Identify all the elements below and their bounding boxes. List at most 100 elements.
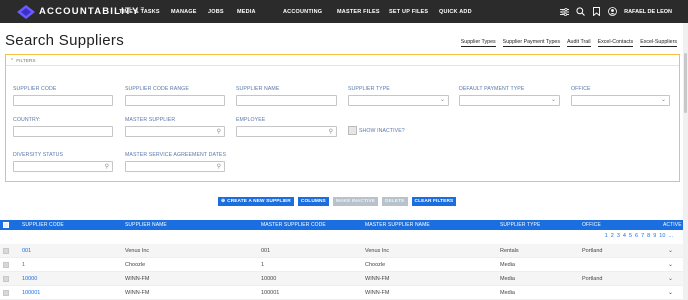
supplier-code-cell[interactable]: 100001	[22, 290, 40, 296]
master-supplier-label: MASTER SUPPLIER	[125, 117, 176, 123]
select-all-checkbox[interactable]	[3, 222, 9, 228]
clear-filters-button[interactable]: CLEAR FILTERS	[411, 197, 457, 206]
link-supplier-payment-types[interactable]: Supplier Payment Types	[502, 39, 560, 47]
col-master-supplier-code[interactable]: MASTER SUPPLIER CODE	[261, 222, 326, 228]
show-inactive-checkbox[interactable]	[348, 126, 357, 135]
filters-toggle[interactable]: ⌃ FILTERS	[10, 58, 36, 64]
delete-button[interactable]: DELETE	[382, 197, 408, 206]
page-link[interactable]: 3	[617, 233, 620, 239]
col-active[interactable]: ACTIVE	[663, 222, 682, 228]
page-link[interactable]: 7	[641, 233, 644, 239]
link-audit-trail[interactable]: Audit Trail	[567, 39, 591, 47]
row-checkbox[interactable]	[3, 290, 9, 296]
col-supplier-name[interactable]: SUPPLIER NAME	[125, 222, 167, 228]
table-header: SUPPLIER CODE SUPPLIER NAME MASTER SUPPL…	[0, 220, 688, 230]
supplier-name-cell: WINN-FM	[125, 276, 150, 282]
search-icon: ⚲	[328, 129, 333, 135]
supplier-name-input[interactable]	[236, 95, 337, 106]
table-row[interactable]: 1 Choozle 1 Choozle Media ⌄	[0, 258, 688, 272]
nav-item-master-files[interactable]: MASTER FILES	[337, 9, 389, 15]
row-checkbox[interactable]	[3, 248, 9, 254]
supplier-name-cell: WINN-FM	[125, 290, 150, 296]
table-row[interactable]: 100001 WINN-FM 100001 WINN-FM Media ⌄	[0, 286, 688, 300]
link-supplier-types[interactable]: Supplier Types	[460, 39, 496, 47]
master-supplier-name-cell: WINN-FM	[365, 290, 390, 296]
office-cell: Portland	[582, 248, 603, 254]
page-link[interactable]: 8	[647, 233, 650, 239]
master-supplier-name-cell: WINN-FM	[365, 276, 390, 282]
page-ellipsis[interactable]: ...	[668, 233, 673, 239]
col-master-supplier-name[interactable]: MASTER SUPPLIER NAME	[365, 222, 430, 228]
col-supplier-type[interactable]: SUPPLIER TYPE	[500, 222, 540, 228]
create-supplier-button[interactable]: ⊕ CREATE A NEW SUPPLIER	[218, 197, 294, 206]
supplier-code-cell[interactable]: 001	[22, 248, 31, 254]
supplier-type-label: SUPPLIER TYPE	[348, 86, 390, 92]
nav-item-media[interactable]: MEDIA	[237, 9, 283, 15]
col-office[interactable]: OFFICE	[582, 222, 601, 228]
diversity-status-input[interactable]: ⚲	[13, 161, 113, 172]
supplier-code-cell[interactable]: 10000	[22, 276, 37, 282]
col-supplier-code[interactable]: SUPPLIER CODE	[22, 222, 64, 228]
supplier-type-select[interactable]: ⌄	[348, 95, 449, 106]
country-input[interactable]	[13, 126, 113, 137]
office-select[interactable]: ⌄	[571, 95, 670, 106]
supplier-type-cell: Media	[500, 262, 515, 268]
nav-item-jobs[interactable]: JOBS	[208, 9, 237, 15]
supplier-code-input[interactable]	[13, 95, 113, 106]
nav-item-manage[interactable]: MANAGE	[171, 9, 208, 15]
nav-item-accounting[interactable]: ACCOUNTING	[283, 9, 337, 15]
nav-item-quick-add[interactable]: QUICK ADD	[439, 9, 472, 15]
page-link[interactable]: 6	[635, 233, 638, 239]
page-link[interactable]: 10	[659, 233, 665, 239]
page-link[interactable]: 2	[611, 233, 614, 239]
page-link[interactable]: 9	[653, 233, 656, 239]
logo-mark-icon	[17, 4, 35, 19]
supplier-code-range-label: SUPPLIER CODE RANGE	[125, 86, 189, 92]
supplier-name-cell: Venus Inc	[125, 248, 150, 254]
sliders-icon[interactable]	[558, 6, 570, 18]
page-link[interactable]: 1	[605, 233, 608, 239]
table-row[interactable]: 001 Venus Inc 001 Venus Inc Rentals Port…	[0, 244, 688, 258]
search-icon[interactable]	[574, 6, 586, 18]
vertical-scrollbar[interactable]	[683, 23, 688, 300]
chevron-down-icon[interactable]: ⌄	[668, 247, 673, 254]
bookmark-icon[interactable]	[590, 6, 602, 18]
columns-button[interactable]: COLUMNS	[297, 197, 329, 206]
supplier-type-cell: Rentals	[500, 248, 519, 254]
user-name[interactable]: RAFAEL DE LEON	[624, 9, 672, 15]
top-nav: ACCOUNTABILITY™ TIME & TASKS MANAGE JOBS…	[0, 0, 688, 23]
show-inactive-label: SHOW INACTIVE?	[359, 128, 405, 134]
user-icon[interactable]	[606, 6, 618, 18]
employee-input[interactable]: ⚲	[236, 126, 337, 137]
default-payment-type-select[interactable]: ⌄	[459, 95, 560, 106]
diversity-status-label: DIVERSITY STATUS	[13, 152, 64, 158]
header-links: Supplier Types Supplier Payment Types Au…	[454, 39, 677, 47]
office-cell: Portland	[582, 276, 603, 282]
default-payment-type-label: DEFAULT PAYMENT TYPE	[459, 86, 525, 92]
supplier-name-label: SUPPLIER NAME	[236, 86, 280, 92]
make-inactive-button[interactable]: MAKE INACTIVE	[332, 197, 378, 206]
page-link[interactable]: 4	[623, 233, 626, 239]
master-supplier-name-cell: Venus Inc	[365, 248, 390, 254]
master-supplier-input[interactable]: ⚲	[125, 126, 225, 137]
link-excel-contacts[interactable]: Excel-Contacts	[597, 39, 634, 47]
row-checkbox[interactable]	[3, 262, 9, 268]
plus-circle-icon: ⊕	[221, 199, 226, 204]
nav-item-time-tasks[interactable]: TIME & TASKS	[119, 9, 171, 15]
page-link[interactable]: 5	[629, 233, 632, 239]
msa-dates-input[interactable]: ⚲	[125, 161, 225, 172]
supplier-code-range-input[interactable]	[125, 95, 225, 106]
office-label: OFFICE	[571, 86, 591, 92]
employee-label: EMPLOYEE	[236, 117, 266, 123]
chevron-down-icon[interactable]: ⌄	[668, 275, 673, 282]
chevron-down-icon: ⌄	[660, 97, 666, 103]
supplier-code-cell[interactable]: 1	[22, 262, 25, 268]
link-excel-suppliers[interactable]: Excel-Suppliers	[640, 39, 677, 47]
chevron-down-icon[interactable]: ⌄	[668, 289, 673, 296]
chevron-down-icon[interactable]: ⌄	[668, 261, 673, 268]
nav-item-set-up-files[interactable]: SET UP FILES	[389, 9, 439, 15]
row-checkbox[interactable]	[3, 276, 9, 282]
table-row[interactable]: 10000 WINN-FM 10000 WINN-FM Media Portla…	[0, 272, 688, 286]
scrollbar-thumb[interactable]	[684, 53, 687, 113]
chevron-down-icon: ⌄	[550, 97, 556, 103]
